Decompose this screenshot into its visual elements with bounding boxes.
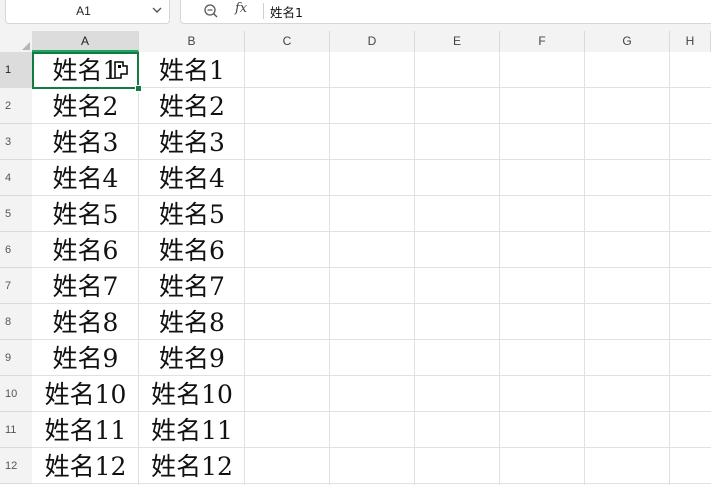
cell-b1[interactable]: 姓名1 [139,52,245,88]
column-gridline [499,52,500,485]
cell-b8[interactable]: 姓名8 [139,304,245,340]
formula-bar[interactable]: fx 姓名1 [180,0,711,24]
formula-toolbar: A1 fx 姓名1 [0,0,711,31]
row-header[interactable]: 7 [0,268,32,304]
cell-b6[interactable]: 姓名6 [139,232,245,268]
column-header-h[interactable]: H [670,31,711,52]
row-header[interactable]: 2 [0,88,32,124]
name-box[interactable]: A1 [5,0,170,24]
cell-b12[interactable]: 姓名12 [139,448,245,484]
column-gridline [414,52,415,485]
select-all-corner[interactable] [0,31,32,52]
name-box-value: A1 [76,4,91,18]
column-gridline [669,52,670,485]
cell-a5[interactable]: 姓名5 [32,196,139,232]
cell-a8[interactable]: 姓名8 [32,304,139,340]
cell-a11[interactable]: 姓名11 [32,412,139,448]
cursor-icon [114,61,128,79]
cell-b2[interactable]: 姓名2 [139,88,245,124]
column-header-f[interactable]: F [500,31,585,52]
column-header-a[interactable]: A [32,31,139,52]
cell-b4[interactable]: 姓名4 [139,160,245,196]
formula-input[interactable]: 姓名1 [270,2,303,21]
row-header[interactable]: 1 [0,52,32,88]
row-header[interactable]: 9 [0,340,32,376]
cell-b11[interactable]: 姓名11 [139,412,245,448]
row-header[interactable]: 11 [0,412,32,448]
chevron-down-icon[interactable] [151,4,163,16]
fx-icon[interactable]: fx [235,1,247,16]
column-gridline [329,52,330,485]
formula-separator [263,3,264,19]
cell-a7[interactable]: 姓名7 [32,268,139,304]
zoom-icon[interactable] [203,3,219,19]
cell-a10[interactable]: 姓名10 [32,376,139,412]
column-header-c[interactable]: C [245,31,330,52]
column-header-e[interactable]: E [415,31,500,52]
column-header-g[interactable]: G [585,31,670,52]
cell-a9[interactable]: 姓名9 [32,340,139,376]
column-header-d[interactable]: D [330,31,415,52]
column-gridline [584,52,585,485]
cell-b9[interactable]: 姓名9 [139,340,245,376]
cell-b10[interactable]: 姓名10 [139,376,245,412]
row-header[interactable]: 3 [0,124,32,160]
cell-a4[interactable]: 姓名4 [32,160,139,196]
select-all-icon [22,42,30,50]
cell-b7[interactable]: 姓名7 [139,268,245,304]
column-header-b[interactable]: B [139,31,245,52]
cell-a6[interactable]: 姓名6 [32,232,139,268]
cell-a3[interactable]: 姓名3 [32,124,139,160]
cell-a2[interactable]: 姓名2 [32,88,139,124]
row-header[interactable]: 8 [0,304,32,340]
cell-a12[interactable]: 姓名12 [32,448,139,484]
row-header[interactable]: 12 [0,448,32,484]
row-header[interactable]: 4 [0,160,32,196]
row-header[interactable]: 10 [0,376,32,412]
cell-b3[interactable]: 姓名3 [139,124,245,160]
row-header[interactable]: 6 [0,232,32,268]
cell-b5[interactable]: 姓名5 [139,196,245,232]
row-header[interactable]: 5 [0,196,32,232]
fill-handle[interactable] [135,85,142,92]
